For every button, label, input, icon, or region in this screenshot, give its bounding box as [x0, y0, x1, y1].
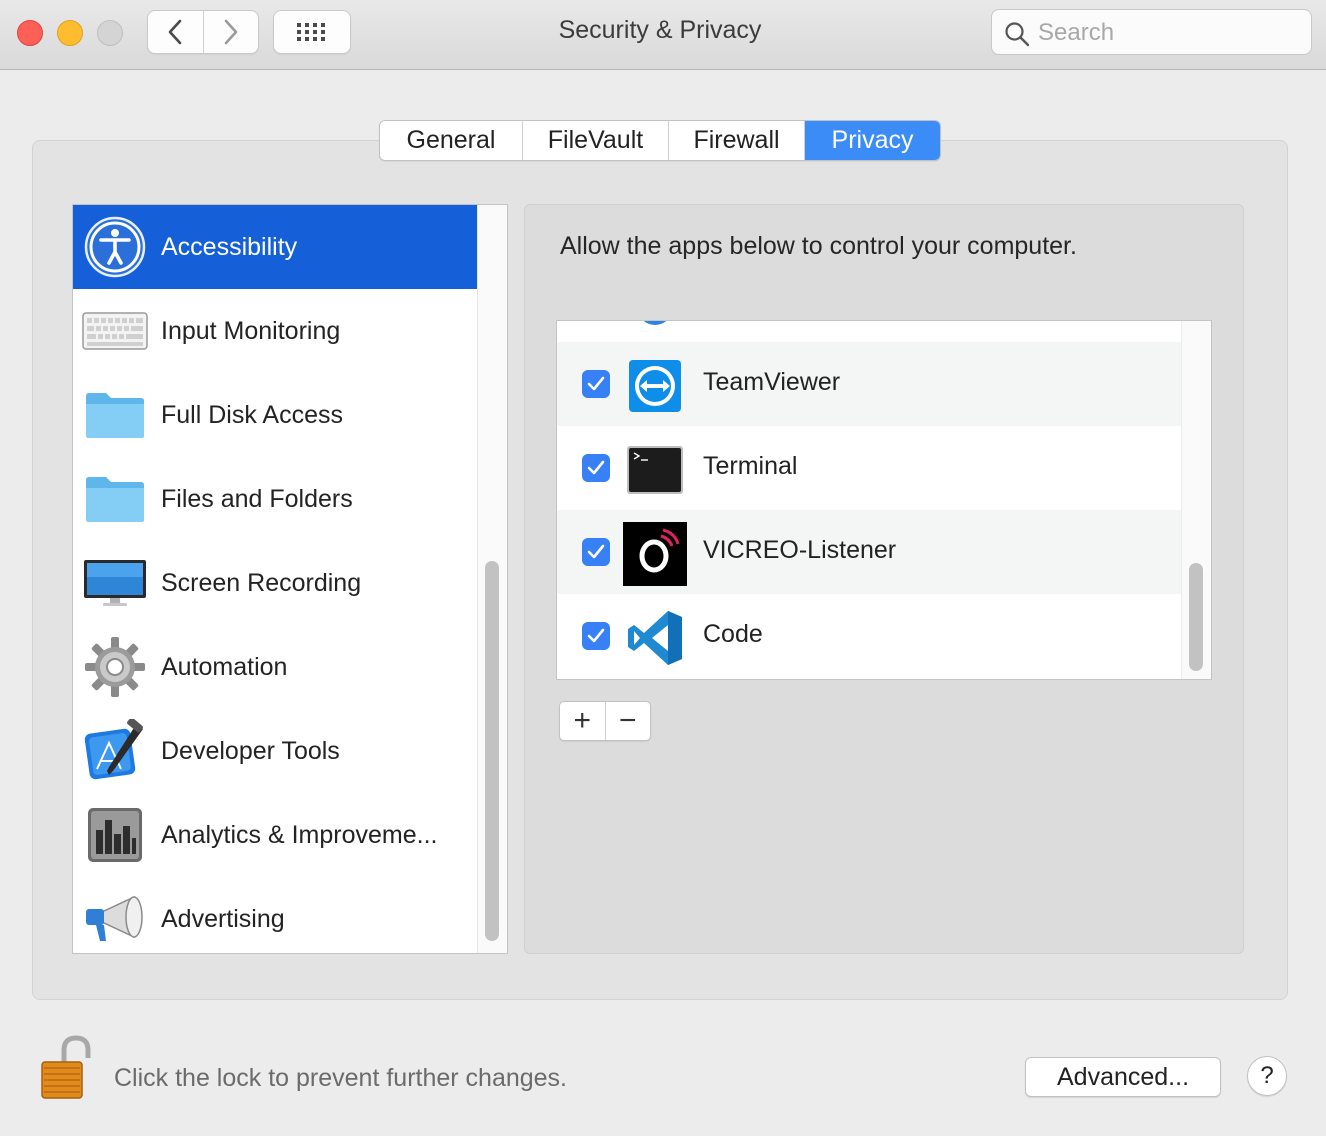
app-permission-list: TeamViewer Terminal VICREO-Listener Code	[556, 320, 1212, 680]
search-icon	[1005, 22, 1030, 47]
app-row-vicreo-listener[interactable]: VICREO-Listener	[557, 510, 1181, 594]
tab-bar: General FileVault Firewall Privacy	[379, 120, 941, 161]
search-field[interactable]	[991, 9, 1312, 55]
sidebar-item-analytics[interactable]: Analytics & Improveme...	[73, 793, 477, 877]
sidebar-item-automation[interactable]: Automation	[73, 625, 477, 709]
sidebar-item-accessibility[interactable]: Accessibility	[73, 205, 477, 289]
keyboard-icon	[81, 297, 149, 365]
app-row-terminal[interactable]: Terminal	[557, 426, 1181, 510]
scrollbar-thumb[interactable]	[1189, 563, 1203, 671]
add-app-button[interactable]: +	[560, 702, 605, 740]
app-list-scrollbar[interactable]	[1181, 321, 1211, 679]
teamviewer-icon	[623, 354, 687, 418]
folder-icon	[81, 381, 149, 449]
app-name: VICREO-Listener	[703, 536, 897, 564]
sidebar-item-input-monitoring[interactable]: Input Monitoring	[73, 289, 477, 373]
forward-button[interactable]	[202, 11, 258, 53]
sidebar-item-label: Files and Folders	[161, 484, 353, 513]
scrollbar-thumb[interactable]	[485, 561, 499, 941]
app-row-teamviewer[interactable]: TeamViewer	[557, 342, 1181, 426]
unlocked-padlock-icon	[41, 1035, 91, 1099]
accessibility-icon	[81, 213, 149, 281]
chevron-left-icon	[169, 19, 182, 45]
sidebar-item-developer-tools[interactable]: Developer Tools	[73, 709, 477, 793]
vscode-icon	[623, 606, 687, 670]
folder-icon	[81, 465, 149, 533]
xcode-icon	[81, 717, 149, 785]
app-enabled-checkbox[interactable]	[582, 538, 610, 566]
checkmark-icon	[587, 544, 605, 559]
sidebar-item-label: Full Disk Access	[161, 400, 343, 429]
grid-icon	[297, 23, 325, 41]
app-name: Terminal	[703, 452, 798, 480]
partial-app-icon	[643, 321, 667, 325]
sidebar-item-label: Accessibility	[161, 232, 298, 261]
close-window-button[interactable]	[17, 20, 43, 46]
category-list-scrollbar[interactable]	[477, 205, 507, 953]
sidebar-item-label: Analytics & Improveme...	[161, 820, 438, 849]
lock-status-message: Click the lock to prevent further change…	[114, 1064, 568, 1092]
add-remove-control: + −	[559, 701, 651, 741]
terminal-icon	[623, 438, 687, 502]
chevron-right-icon	[224, 19, 238, 45]
minimize-window-button[interactable]	[57, 20, 83, 46]
help-button[interactable]: ?	[1247, 1056, 1287, 1096]
navigation-buttons	[147, 10, 259, 54]
window-title: Security & Privacy	[558, 16, 762, 44]
sidebar-item-label: Screen Recording	[161, 568, 362, 597]
app-enabled-checkbox[interactable]	[582, 622, 610, 650]
sidebar-item-screen-recording[interactable]: Screen Recording	[73, 541, 477, 625]
bar-chart-icon	[81, 801, 149, 869]
tab-privacy[interactable]: Privacy	[805, 121, 940, 160]
megaphone-icon	[81, 885, 149, 953]
panel-instruction: Allow the apps below to control your com…	[560, 232, 1077, 260]
privacy-category-list: Accessibility Input Monitoring Full Disk	[72, 204, 508, 954]
checkmark-icon	[587, 376, 605, 391]
remove-app-button[interactable]: −	[604, 702, 651, 740]
tab-filevault[interactable]: FileVault	[523, 121, 669, 160]
app-enabled-checkbox[interactable]	[582, 370, 610, 398]
app-name: Code	[703, 620, 763, 648]
app-enabled-checkbox[interactable]	[582, 454, 610, 482]
zoom-window-button[interactable]	[97, 20, 123, 46]
app-row-code[interactable]: Code	[557, 594, 1181, 678]
vicreo-icon	[623, 522, 687, 586]
app-name: TeamViewer	[703, 368, 841, 396]
sidebar-item-files-and-folders[interactable]: Files and Folders	[73, 457, 477, 541]
back-button[interactable]	[148, 11, 203, 53]
sidebar-item-label: Automation	[161, 652, 288, 681]
show-all-button[interactable]	[273, 10, 351, 54]
tab-general[interactable]: General	[380, 121, 523, 160]
gear-icon	[81, 633, 149, 701]
sidebar-item-label: Advertising	[161, 904, 285, 933]
title-bar: Security & Privacy	[0, 0, 1326, 70]
sidebar-item-full-disk-access[interactable]: Full Disk Access	[73, 373, 477, 457]
tab-firewall[interactable]: Firewall	[669, 121, 805, 160]
lock-button[interactable]	[40, 1034, 94, 1100]
display-icon	[81, 549, 149, 617]
search-input[interactable]	[1038, 16, 1298, 50]
advanced-button[interactable]: Advanced...	[1025, 1057, 1221, 1097]
checkmark-icon	[587, 628, 605, 643]
checkmark-icon	[587, 460, 605, 475]
sidebar-item-label: Input Monitoring	[161, 316, 341, 345]
sidebar-item-advertising[interactable]: Advertising	[73, 877, 477, 953]
sidebar-item-label: Developer Tools	[161, 736, 340, 765]
